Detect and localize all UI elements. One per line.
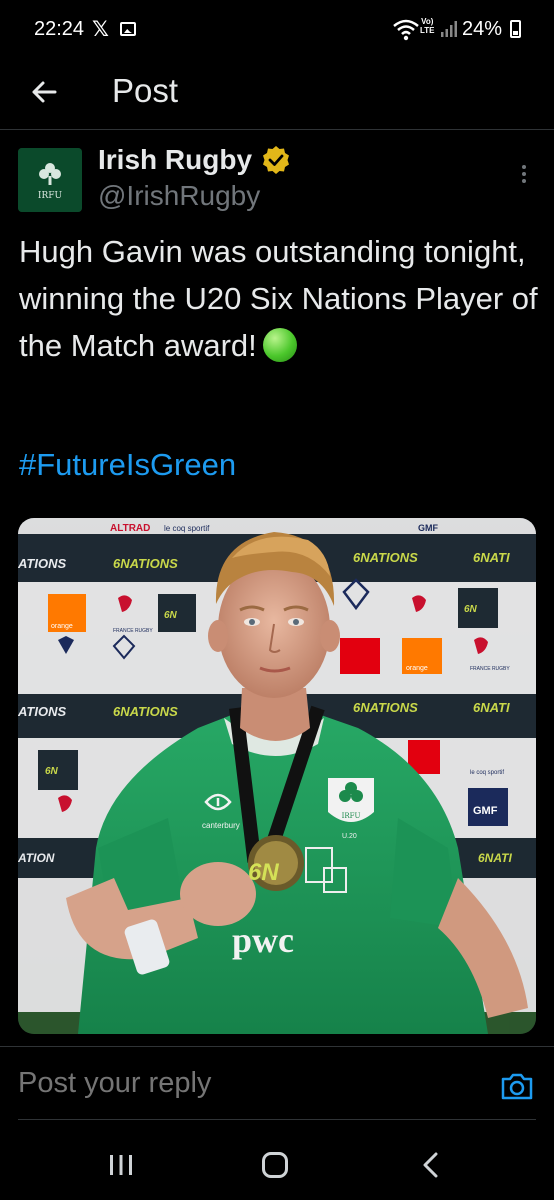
recents-icon[interactable] [108, 1154, 134, 1176]
svg-text:6NATI: 6NATI [473, 700, 510, 715]
jersey-label: U.20 [342, 833, 357, 840]
svg-text:ATIONS: ATIONS [18, 704, 66, 719]
battery-icon [510, 20, 521, 38]
svg-text:6NATI: 6NATI [473, 550, 510, 565]
jersey-brand: canterbury [202, 821, 240, 830]
sponsor-gmf: GMF [418, 523, 438, 533]
sponsor-lecoq: le coq sportif [164, 524, 210, 533]
svg-text:6NATIONS: 6NATIONS [113, 704, 178, 719]
svg-text:GMF: GMF [473, 805, 498, 817]
svg-text:orange: orange [406, 665, 428, 672]
green-circle-icon [262, 328, 297, 362]
post-text: Hugh Gavin was outstanding tonight, winn… [19, 228, 539, 369]
svg-text:le coq sportif: le coq sportif [470, 770, 504, 776]
reply-input[interactable] [18, 1067, 478, 1100]
crest-text: IRFU [342, 812, 361, 820]
svg-text:FRANCE RUGBY: FRANCE RUGBY [470, 666, 510, 672]
signal-icon [441, 21, 457, 37]
verified-badge-icon[interactable] [260, 144, 292, 176]
chevron-left-icon[interactable] [420, 1152, 442, 1178]
reply-divider [18, 1119, 536, 1120]
banner-6nations: 6NATIONS [113, 556, 178, 571]
lte-label: LTE [420, 26, 435, 35]
battery-level: 24% [462, 18, 503, 40]
medal-text: 6N [248, 859, 279, 886]
player-photo: ALTRAD le coq sportif GMF ATIONS 6NATION… [18, 518, 536, 1034]
svg-text:6NATIONS: 6NATIONS [353, 700, 418, 715]
system-nav-bar [0, 1124, 554, 1200]
home-icon[interactable] [262, 1152, 288, 1178]
avatar[interactable]: IRFU [18, 148, 82, 212]
x-logo-icon: 𝕏 [92, 18, 109, 41]
svg-text:6N: 6N [164, 610, 178, 621]
gallery-icon [120, 22, 136, 36]
svg-text:ATION: ATION [18, 851, 55, 865]
svg-text:6NATI: 6NATI [478, 851, 512, 865]
jersey-sponsor: pwc [232, 920, 294, 960]
volte-indicator: Vo) LTE [420, 17, 435, 35]
author-name[interactable]: Irish Rugby [98, 144, 252, 176]
page-title: Post [112, 72, 179, 109]
top-app-bar: Post [0, 60, 554, 130]
svg-text:6NATIONS: 6NATIONS [353, 550, 418, 565]
author-handle[interactable]: @IrishRugby [98, 180, 260, 212]
svg-text:FRANCE RUGBY: FRANCE RUGBY [113, 628, 153, 634]
wifi-icon [393, 19, 419, 41]
irfu-logo-icon: IRFU [18, 148, 82, 212]
svg-text:orange: orange [51, 623, 73, 630]
avatar-text: IRFU [38, 191, 63, 201]
more-options-icon[interactable] [514, 162, 534, 190]
status-time: 22:24 [34, 18, 85, 40]
camera-icon[interactable] [500, 1071, 534, 1101]
back-arrow-icon[interactable] [24, 72, 64, 112]
svg-text:ATIONS: ATIONS [18, 556, 66, 571]
svg-text:6N: 6N [464, 604, 478, 615]
reply-bar [0, 1046, 554, 1124]
hashtag-link[interactable]: #FutureIsGreen [19, 447, 236, 483]
sponsor-altrad: ALTRAD [110, 523, 150, 534]
volte-label: Vo) [421, 17, 434, 26]
post-image[interactable]: ALTRAD le coq sportif GMF ATIONS 6NATION… [18, 518, 536, 1034]
svg-text:6N: 6N [45, 766, 59, 777]
status-bar: 22:24 𝕏 Vo) LTE 24% [0, 0, 554, 60]
